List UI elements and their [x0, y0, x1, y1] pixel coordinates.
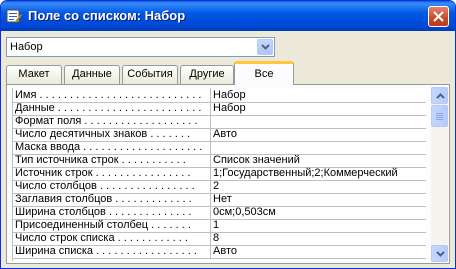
property-label: Источник строк . . . . . . . . . . . . .…	[15, 167, 191, 179]
property-label: Заглавия столбцов . . . . . . . . . . . …	[15, 193, 192, 205]
property-value-field[interactable]	[210, 114, 426, 128]
property-label: Ширина списка . . . . . . . . . . . . . …	[15, 245, 197, 257]
object-selector-dropdown-button[interactable]	[257, 39, 273, 55]
property-label: Имя . . . . . . . . . . . . . . . . . . …	[15, 89, 202, 101]
property-label: Число столбцов . . . . . . . . . . . . .…	[15, 180, 195, 192]
tab-all[interactable]: Все	[234, 61, 294, 85]
property-value-field[interactable]: 0см;0,503см	[210, 205, 426, 219]
object-selector-combo[interactable]: Набор	[6, 37, 275, 57]
close-icon	[433, 11, 444, 22]
property-value-field[interactable]: Список значений	[210, 153, 426, 167]
property-value-field[interactable]: 8	[210, 231, 426, 245]
property-grid: Имя . . . . . . . . . . . . . . . . . . …	[12, 88, 426, 261]
property-label: Данные . . . . . . . . . . . . . . . . .…	[15, 102, 202, 114]
property-label: Число десятичных знаков . . . . . . .	[15, 128, 191, 140]
property-label: Формат поля . . . . . . . . . . . . . . …	[15, 115, 198, 127]
scrollbar-thumb[interactable]	[431, 105, 448, 127]
scroll-up-arrow-icon	[436, 93, 445, 99]
property-value-field[interactable]	[210, 140, 426, 154]
property-value-field[interactable]: Авто	[210, 127, 426, 141]
property-value-field[interactable]: Набор	[210, 88, 426, 102]
tab-layout[interactable]: Макет	[6, 65, 62, 84]
window-title: Поле со списком: Набор	[28, 8, 186, 23]
close-button[interactable]	[428, 6, 449, 27]
property-label: Присоединенный столбец . . . . . . .	[15, 219, 191, 231]
property-value-field[interactable]: Авто	[210, 244, 426, 258]
property-value-field[interactable]: 1	[210, 218, 426, 232]
property-row[interactable]: Ширина списка . . . . . . . . . . . . . …	[13, 244, 426, 259]
property-label: Маска ввода . . . . . . . . . . . . . . …	[15, 141, 203, 153]
tab-events[interactable]: События	[122, 65, 178, 84]
vertical-scrollbar[interactable]	[431, 87, 448, 262]
tab-data[interactable]: Данные	[64, 65, 120, 84]
object-selector-value: Набор	[10, 41, 43, 53]
property-label: Ширина столбцов . . . . . . . . . . . . …	[15, 206, 192, 218]
tab-other[interactable]: Другие	[180, 65, 234, 84]
form-properties-icon[interactable]	[6, 8, 23, 24]
property-label: Тип источника строк . . . . . . . . . . …	[15, 154, 186, 166]
property-value-field[interactable]: Набор	[210, 101, 426, 115]
title-bar[interactable]: Поле со списком: Набор	[1, 1, 455, 31]
scroll-down-button[interactable]	[431, 245, 448, 262]
property-value-field[interactable]: Нет	[210, 192, 426, 206]
property-tabs: Макет Данные События Другие Все	[6, 61, 450, 85]
property-label: Число строк списка . . . . . . . . . . .…	[15, 232, 188, 244]
tab-panel-all: Имя . . . . . . . . . . . . . . . . . . …	[6, 84, 450, 264]
chevron-down-icon	[261, 44, 270, 50]
properties-window: Поле со списком: Набор Набор Макет Данны…	[0, 0, 456, 269]
property-value-field[interactable]: 1;Государственный;2;Коммерческий	[210, 166, 426, 180]
scroll-up-button[interactable]	[431, 87, 448, 104]
property-value-field[interactable]: 2	[210, 179, 426, 193]
scroll-down-arrow-icon	[436, 251, 445, 257]
